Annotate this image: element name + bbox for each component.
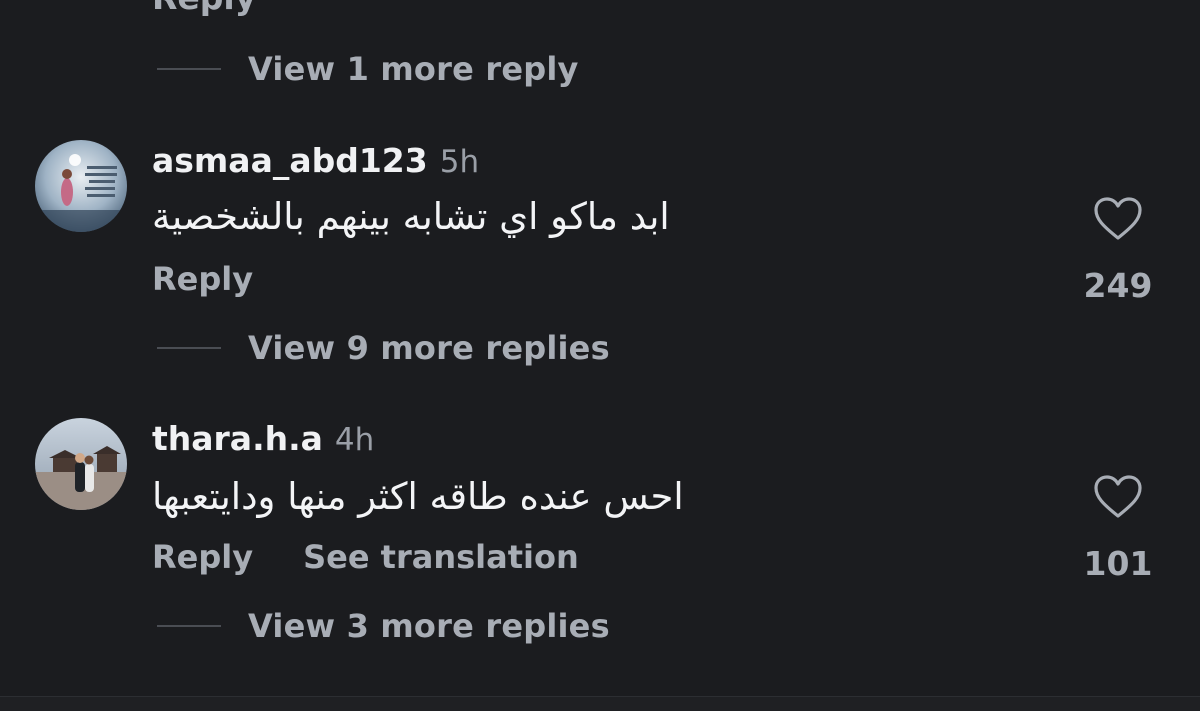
thread-line	[157, 625, 221, 627]
like-button[interactable]: 249	[1083, 196, 1153, 305]
like-count: 101	[1083, 544, 1153, 583]
comment-text: ابد ماكو اي تشابه بينهم بالشخصية	[152, 195, 670, 238]
thread-line	[157, 347, 221, 349]
view-more-replies-label: View 9 more replies	[248, 329, 610, 367]
thread-line	[157, 68, 221, 70]
comment-actions: Reply	[152, 260, 303, 298]
avatar[interactable]	[35, 140, 127, 232]
comment-header: asmaa_abd123 5h	[152, 141, 479, 180]
username[interactable]: asmaa_abd123	[152, 141, 428, 180]
heart-outline-icon	[1094, 475, 1142, 518]
view-more-replies-label: View 1 more reply	[248, 50, 579, 88]
see-translation-button[interactable]: See translation	[303, 538, 579, 576]
reply-button[interactable]: Reply	[152, 538, 253, 576]
comment-actions: Reply See translation	[152, 538, 629, 576]
timestamp: 5h	[439, 144, 480, 180]
view-more-replies-label: View 3 more replies	[248, 607, 610, 645]
comments-page: Reply View 1 more reply	[0, 0, 1200, 711]
timestamp: 4h	[334, 422, 375, 458]
username[interactable]: thara.h.a	[152, 419, 323, 458]
comment-text: احس عنده طاقه اكثر منها ودايتعبها	[152, 475, 684, 518]
view-more-replies-button[interactable]: View 9 more replies	[157, 329, 610, 367]
comment-header: thara.h.a 4h	[152, 419, 374, 458]
reply-button[interactable]: Reply	[152, 260, 253, 298]
view-more-replies-button[interactable]: View 3 more replies	[157, 607, 610, 645]
avatar[interactable]	[35, 418, 127, 510]
bottom-divider	[0, 696, 1200, 711]
like-button[interactable]: 101	[1083, 474, 1153, 583]
heart-outline-icon	[1094, 197, 1142, 240]
view-more-replies-button[interactable]: View 1 more reply	[157, 50, 579, 88]
like-count: 249	[1083, 266, 1153, 305]
reply-button[interactable]: Reply	[152, 0, 256, 17]
